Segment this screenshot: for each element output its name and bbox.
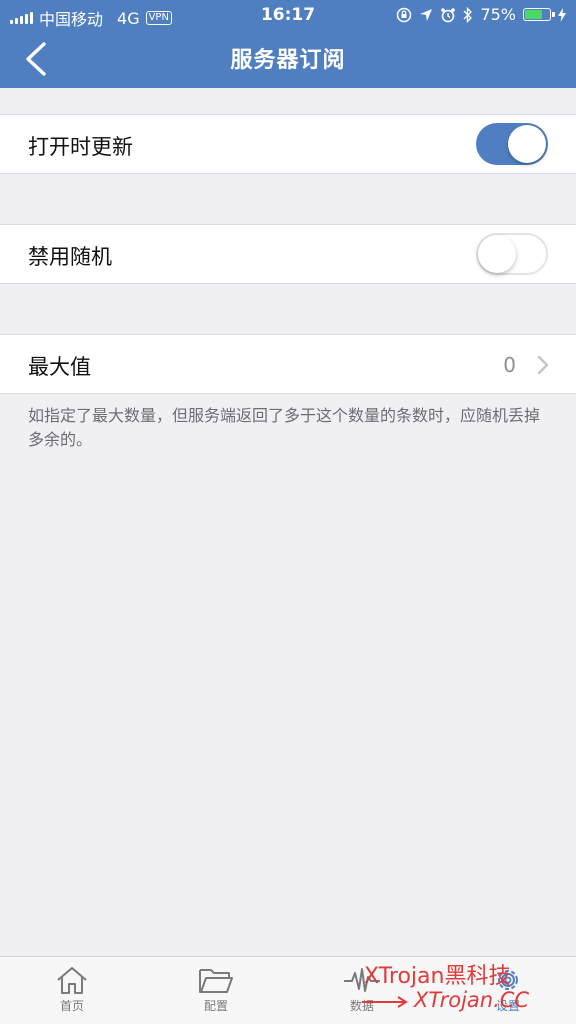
tab-home-label: 首页 (59, 999, 84, 1013)
update-on-open-row: 打开时更新 (0, 114, 576, 174)
tab-config[interactable]: 配置 (156, 963, 276, 1023)
max-value-label: 最大值 (28, 355, 91, 379)
disable-random-label: 禁用随机 (28, 245, 112, 269)
max-value-footnote: 如指定了最大数量，但服务端返回了多于这个数量的条数时，应随机丢掉多余的。 (28, 406, 541, 449)
max-value-row[interactable]: 最大值 0 (0, 334, 576, 394)
toggle-knob (508, 125, 546, 163)
battery-percent: 75% (480, 5, 516, 24)
watermark-title: XTrojan黑科技 (364, 964, 511, 989)
screen-lock-icon (397, 7, 412, 22)
max-value-value: 0 (503, 353, 516, 377)
folder-icon (199, 969, 233, 993)
status-bar: 中国移动 4G VPN 16:17 75% (0, 0, 576, 30)
toggle-knob (478, 235, 516, 273)
battery-icon (523, 8, 555, 21)
header: 中国移动 4G VPN 16:17 75% 服务器订阅 (0, 0, 576, 88)
alarm-icon (441, 7, 456, 22)
chevron-right-icon (537, 355, 549, 375)
status-right: 75% (396, 5, 566, 24)
disable-random-toggle[interactable] (476, 233, 548, 275)
charging-icon (558, 7, 566, 22)
arrow-right-icon (362, 996, 408, 1008)
location-icon (420, 8, 433, 21)
tab-config-label: 配置 (203, 999, 228, 1013)
disable-random-row: 禁用随机 (0, 224, 576, 284)
navigation-bar: 服务器订阅 (0, 30, 576, 88)
update-on-open-label: 打开时更新 (28, 135, 133, 159)
watermark-url: XTrojan.CC (414, 988, 530, 1012)
page-title: 服务器订阅 (230, 48, 346, 73)
battery-level (525, 10, 542, 19)
home-icon (57, 967, 87, 994)
update-on-open-toggle[interactable] (476, 123, 548, 165)
tab-home[interactable]: 首页 (12, 963, 132, 1023)
bluetooth-icon (463, 6, 473, 23)
